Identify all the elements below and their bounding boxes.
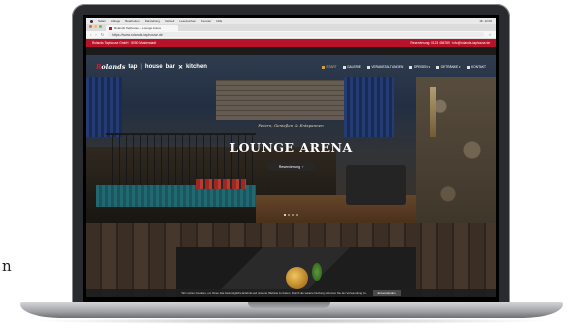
main-menu: START GALERIE VERANSTALTUNGEN SPEISEN ▾ …	[321, 65, 486, 69]
menubar-item[interactable]: Safari	[98, 19, 106, 23]
star-icon[interactable]: ☆	[488, 32, 492, 37]
drink-icon	[436, 65, 440, 69]
hero-subtitle: Feiern, Genießen & Entspannen	[258, 123, 324, 128]
menu-item-veranstaltungen[interactable]: VERANSTALTUNGEN	[366, 65, 403, 69]
menubar-clock: Mi. 12:00	[479, 19, 492, 23]
browser-toolbar: ‹ › ↻ https://www.rolands-taphouse.de ☆	[86, 31, 496, 39]
menu-item-galerie[interactable]: GALERIE	[342, 65, 361, 69]
page: n Safari Ablage Bearbeiten Darstellung V…	[0, 0, 577, 330]
logo-separator: |	[140, 64, 142, 70]
cookie-text: Wir nutzen Cookies, um Ihnen das bestmög…	[181, 291, 367, 295]
cookie-accept-button[interactable]: Einverstanden	[372, 290, 401, 296]
logo-cross-icon: ✕	[177, 64, 183, 71]
topbar-address: Rolands Taphouse GmbH · 8050 Musterstadt	[92, 41, 156, 45]
tab-title: Rolands Taphouse – Lounge Arena	[114, 26, 161, 30]
menubar-item[interactable]: Ablage	[111, 19, 120, 23]
topbar-contact[interactable]: Reservierung: 0123 456789 · info@rolands…	[410, 41, 490, 45]
laptop-notch	[248, 302, 330, 308]
slider-dots	[86, 214, 496, 216]
arrow-right-icon: ›	[302, 164, 304, 169]
menu-item-speisen[interactable]: SPEISEN ▾	[409, 65, 430, 69]
site-navbar: Rolands tap | house bar ✕ kitchen START …	[86, 55, 496, 79]
home-icon	[321, 65, 325, 69]
browser-tabbar: Rolands Taphouse – Lounge Arena	[86, 24, 496, 31]
hero-slider	[86, 55, 496, 223]
laptop-screen: Safari Ablage Bearbeiten Darstellung Ver…	[86, 18, 496, 297]
favicon-icon	[109, 26, 112, 30]
hero-cta-button[interactable]: Reservierung ›	[267, 162, 315, 171]
menu-item-start[interactable]: START	[321, 65, 337, 69]
laptop-shadow	[30, 318, 553, 324]
hero-title: LOUNGE ARENA	[229, 140, 353, 155]
minimize-window-icon[interactable]	[94, 25, 97, 28]
menu-item-kontakt[interactable]: KONTAKT	[466, 65, 486, 69]
hero-cta-label: Reservierung	[278, 164, 301, 169]
pendant-lamp	[286, 267, 308, 289]
menubar-item[interactable]: Hilfe	[216, 19, 222, 23]
slider-dot[interactable]	[288, 214, 290, 216]
content-section	[86, 223, 496, 297]
calendar-icon	[366, 65, 370, 69]
address-text: https://www.rolands-taphouse.de	[112, 32, 163, 37]
forward-icon[interactable]: ›	[95, 32, 96, 37]
menu-item-getraenke[interactable]: GETRÄNKE ▾	[436, 65, 461, 69]
reload-icon[interactable]: ↻	[101, 32, 104, 37]
plant	[312, 263, 322, 281]
mail-icon	[466, 65, 470, 69]
window-controls	[89, 25, 102, 28]
menubar-item[interactable]: Lesezeichen	[179, 19, 196, 23]
logo-part-bar: bar	[165, 64, 175, 70]
side-text: n	[2, 257, 12, 275]
menubar-item[interactable]: Bearbeiten	[125, 19, 140, 23]
apple-icon[interactable]	[90, 19, 93, 23]
camera-icon	[342, 65, 346, 69]
menubar-item[interactable]: Darstellung	[145, 19, 160, 23]
close-window-icon[interactable]	[89, 25, 92, 28]
address-bar[interactable]: https://www.rolands-taphouse.de	[108, 32, 485, 37]
logo-part-kitchen: kitchen	[185, 64, 207, 70]
site-topbar: Rolands Taphouse GmbH · 8050 Musterstadt…	[86, 39, 496, 47]
maximize-window-icon[interactable]	[99, 25, 102, 28]
menubar-item[interactable]: Verlauf	[165, 19, 174, 23]
logo-brand: Rolands	[96, 63, 126, 71]
back-icon[interactable]: ‹	[90, 32, 91, 37]
slider-dot[interactable]	[284, 214, 286, 216]
browser-tab[interactable]: Rolands Taphouse – Lounge Arena	[106, 25, 178, 31]
logo-part-tap: tap	[128, 64, 138, 70]
menubar-item[interactable]: Fenster	[201, 19, 211, 23]
site-logo[interactable]: Rolands tap | house bar ✕ kitchen	[96, 63, 207, 71]
slider-dot[interactable]	[296, 214, 298, 216]
cookie-banner: Wir nutzen Cookies, um Ihnen das bestmög…	[86, 289, 496, 297]
food-icon	[409, 65, 413, 69]
logo-part-house: house	[144, 64, 163, 70]
slider-dot[interactable]	[292, 214, 294, 216]
hero-overlay	[86, 55, 496, 223]
